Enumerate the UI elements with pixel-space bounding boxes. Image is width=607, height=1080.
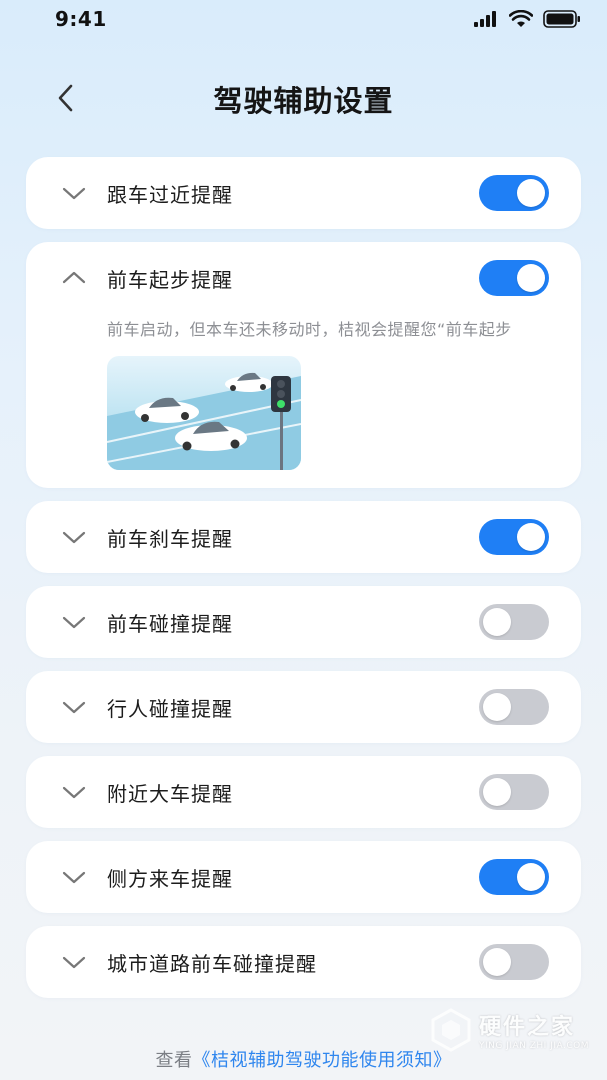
list-item-label: 跟车过近提醒 xyxy=(107,182,233,207)
toggle-switch[interactable] xyxy=(479,175,549,211)
list-item-label: 附近大车提醒 xyxy=(107,781,233,806)
list-item-label: 前车刹车提醒 xyxy=(107,526,233,551)
list-item-row[interactable]: 附近大车提醒 xyxy=(26,756,581,828)
list-item-label: 前车碰撞提醒 xyxy=(107,611,233,636)
chevron-down-icon[interactable] xyxy=(60,780,88,804)
list-item-row[interactable]: 前车碰撞提醒 xyxy=(26,586,581,658)
chevron-down-icon[interactable] xyxy=(60,181,88,205)
toggle-switch[interactable] xyxy=(479,604,549,640)
chevron-down-icon[interactable] xyxy=(60,695,88,719)
list-item-row[interactable]: 侧方来车提醒 xyxy=(26,841,581,913)
toggle-switch[interactable] xyxy=(479,260,549,296)
signal-icon xyxy=(474,11,496,27)
toggle-switch[interactable] xyxy=(479,859,549,895)
traffic-scene-illustration xyxy=(107,356,301,470)
list-item-expanded: 前车起步提醒 前车启动，但本车还未移动时，桔视会提醒您“前车起步 xyxy=(26,242,581,488)
watermark-main: 硬件之家 xyxy=(478,1015,575,1040)
toggle-knob xyxy=(517,523,545,551)
list-item-label: 城市道路前车碰撞提醒 xyxy=(107,951,317,976)
toggle-switch[interactable] xyxy=(479,519,549,555)
list-item: 跟车过近提醒 xyxy=(26,157,581,229)
status-icons xyxy=(473,10,581,28)
watermark-text: 硬件之家 YING JIAN ZHI JIA.COM xyxy=(479,1009,589,1051)
status-time: 9:41 xyxy=(55,7,107,31)
status-bar: 9:41 xyxy=(0,0,607,40)
chevron-down-icon[interactable] xyxy=(60,950,88,974)
toggle-switch[interactable] xyxy=(479,774,549,810)
toggle-knob xyxy=(517,179,545,207)
chevron-up-icon[interactable] xyxy=(60,266,88,290)
list-item: 行人碰撞提醒 xyxy=(26,671,581,743)
wifi-icon xyxy=(509,10,533,27)
item-description: 前车启动，但本车还未移动时，桔视会提醒您“前车起步 xyxy=(107,320,512,339)
list-item-label: 行人碰撞提醒 xyxy=(107,696,233,721)
chevron-down-icon[interactable] xyxy=(60,525,88,549)
hexagon-logo-icon xyxy=(431,1008,471,1052)
toggle-knob xyxy=(483,948,511,976)
list-item-label: 侧方来车提醒 xyxy=(107,866,233,891)
list-item: 城市道路前车碰撞提醒 xyxy=(26,926,581,998)
list-item-row[interactable]: 城市道路前车碰撞提醒 xyxy=(26,926,581,998)
toggle-knob xyxy=(483,608,511,636)
toggle-knob xyxy=(517,863,545,891)
toggle-switch[interactable] xyxy=(479,689,549,725)
chevron-down-icon[interactable] xyxy=(60,865,88,889)
footer-prefix: 查看 xyxy=(155,1050,193,1071)
list-item-label: 前车起步提醒 xyxy=(107,267,233,292)
toggle-knob xyxy=(483,778,511,806)
header: 驾驶辅助设置 xyxy=(0,70,607,130)
list-item-row[interactable]: 前车起步提醒 xyxy=(26,242,581,314)
usage-terms-link[interactable]: 《桔视辅助驾驶功能使用须知》 xyxy=(193,1050,452,1071)
watermark-sub: YING JIAN ZHI JIA.COM xyxy=(478,1041,589,1051)
battery-icon xyxy=(543,10,580,28)
settings-list: 跟车过近提醒 前车起步提醒 前车启动，但本车还未移动时，桔视会提醒您“前车起步 xyxy=(26,157,581,1011)
list-item-row[interactable]: 行人碰撞提醒 xyxy=(26,671,581,743)
list-item: 附近大车提醒 xyxy=(26,756,581,828)
list-item-row[interactable]: 跟车过近提醒 xyxy=(26,157,581,229)
toggle-switch[interactable] xyxy=(479,944,549,980)
list-item: 侧方来车提醒 xyxy=(26,841,581,913)
page-title: 驾驶辅助设置 xyxy=(213,84,394,118)
toggle-knob xyxy=(517,264,545,292)
chevron-down-icon[interactable] xyxy=(60,610,88,634)
list-item: 前车碰撞提醒 xyxy=(26,586,581,658)
toggle-knob xyxy=(483,693,511,721)
list-item-row[interactable]: 前车刹车提醒 xyxy=(26,501,581,573)
list-item: 前车刹车提醒 xyxy=(26,501,581,573)
watermark: 硬件之家 YING JIAN ZHI JIA.COM xyxy=(431,1008,589,1052)
